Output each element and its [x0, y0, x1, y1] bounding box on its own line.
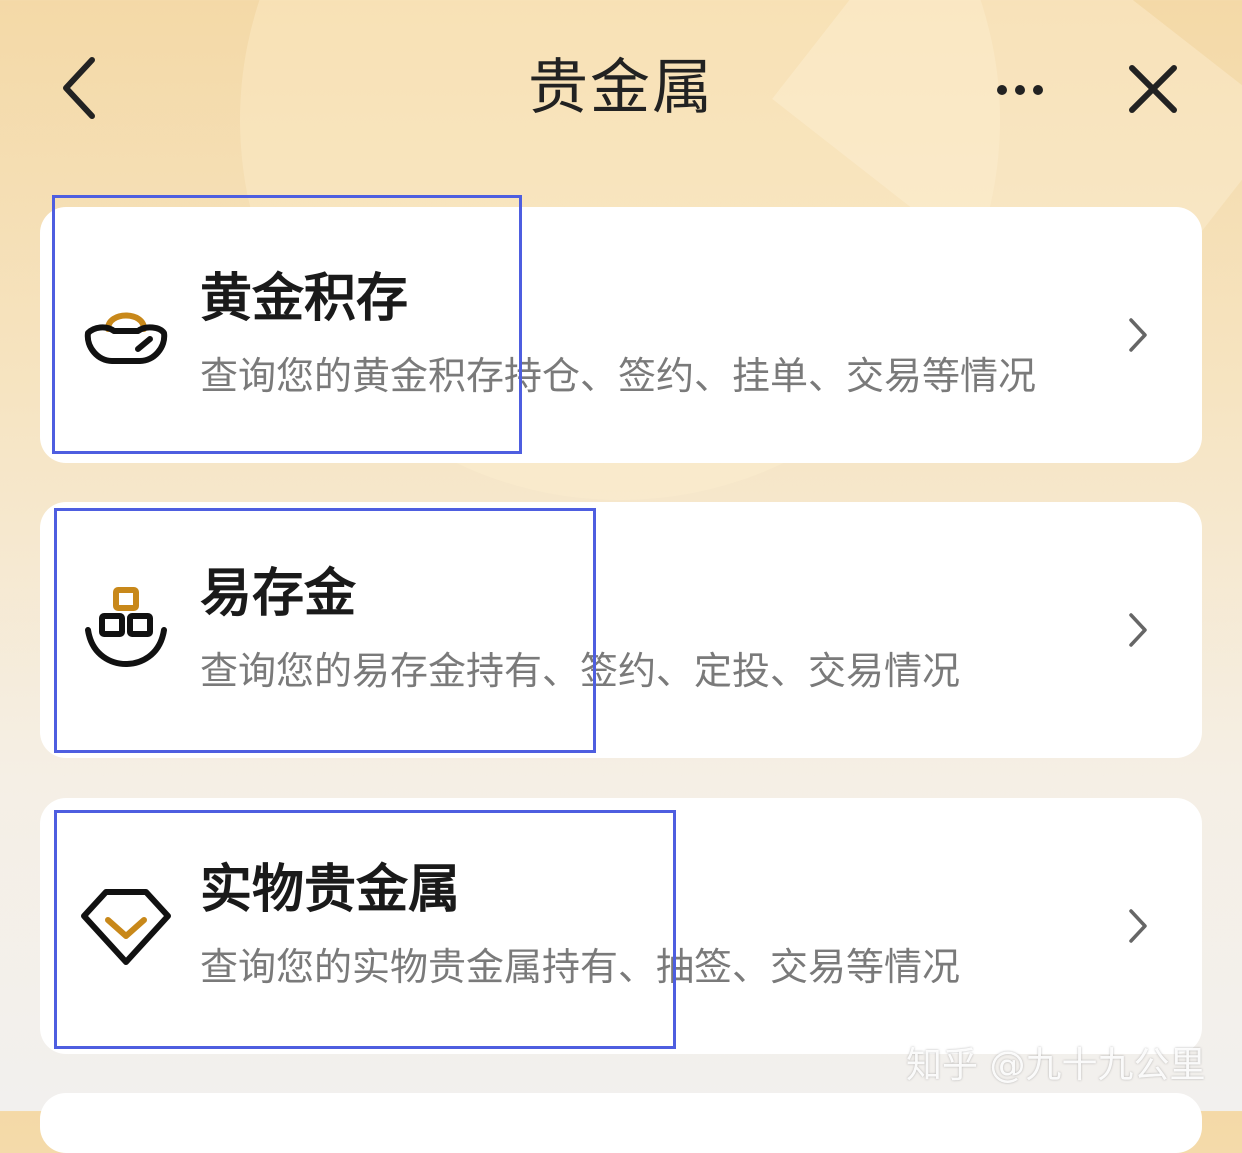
more-button[interactable] — [990, 70, 1054, 110]
chevron-right-icon — [1129, 909, 1147, 943]
chevron-right-icon — [1129, 613, 1147, 647]
partial-card[interactable] — [40, 1093, 1202, 1153]
more-horizontal-icon — [997, 85, 1043, 95]
annotation-box — [52, 195, 522, 454]
nav-header: 贵金属 — [0, 0, 1242, 180]
page-title: 贵金属 — [528, 53, 714, 123]
annotation-box — [54, 508, 596, 753]
chevron-right-icon — [1129, 318, 1147, 352]
annotation-box — [54, 810, 676, 1049]
watermark: 知乎 @九十九公里 — [906, 1045, 1206, 1086]
close-button[interactable] — [1124, 60, 1182, 118]
close-icon — [1129, 65, 1177, 113]
